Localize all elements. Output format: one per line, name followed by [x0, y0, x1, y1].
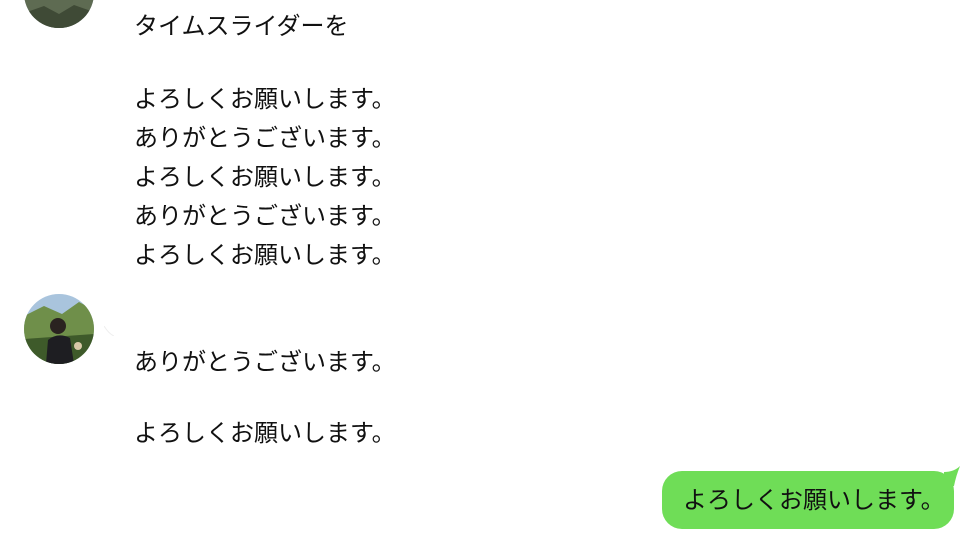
sender-avatar[interactable] [24, 0, 94, 28]
sender-avatar[interactable] [24, 294, 94, 364]
sent-message-bubble[interactable]: よろしくお願いします。 [662, 471, 954, 529]
message-text: ありがとうございます。 [134, 348, 396, 376]
chat-view: タイムスライダーを よろしくお願いします。 ありがとうございます。 よろしくお願… [0, 0, 960, 540]
bubble-tail [104, 326, 114, 336]
message-text: ありがとうございます。 [134, 202, 396, 230]
message-text: よろしくお願いします。 [134, 241, 396, 269]
sent-message-text: よろしくお願いします。 [683, 486, 945, 514]
message-text: ありがとうございます。 [134, 124, 396, 152]
message-text: タイムスライダーを [134, 12, 349, 40]
message-text: よろしくお願いします。 [134, 419, 396, 447]
message-text: よろしくお願いします。 [134, 85, 396, 113]
message-text: よろしくお願いします。 [134, 163, 396, 191]
